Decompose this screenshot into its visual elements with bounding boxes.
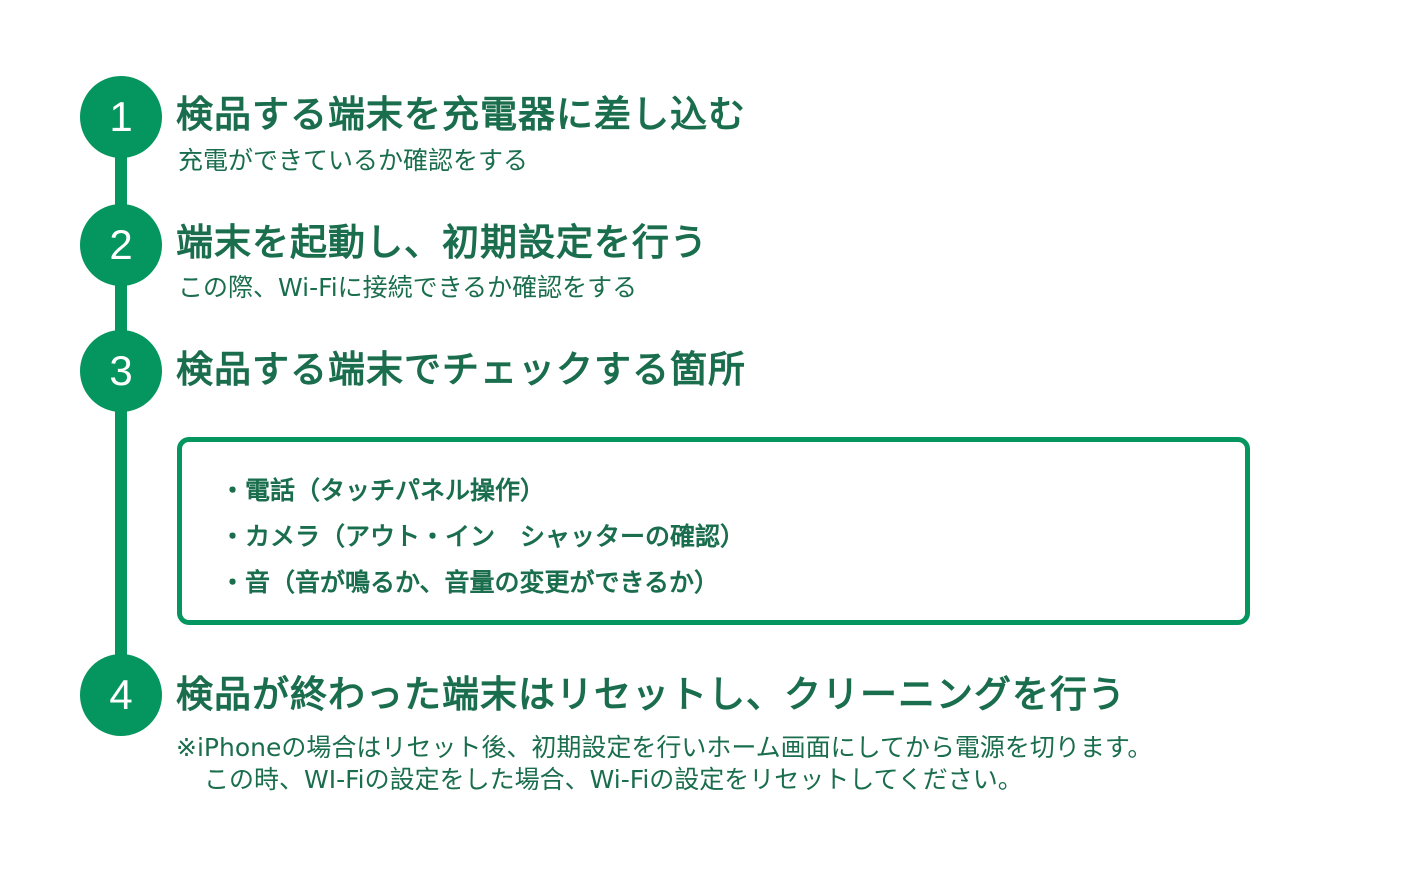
checklist-item-sound: ・音（音が鳴るか、音量の変更ができるか）	[220, 568, 720, 597]
step-4-note-line-2: この時、WI-Fiの設定をした場合、Wi-Fiの設定をリセットしてください。	[204, 765, 1023, 794]
step-4-note: ※iPhoneの場合はリセット後、初期設定を行いホーム画面にしてから電源を切りま…	[176, 732, 1152, 796]
step-3-title: 検品する端末でチェックする箇所	[176, 348, 746, 391]
step-1-title: 検品する端末を充電器に差し込む	[176, 93, 746, 136]
step-2-title: 端末を起動し、初期設定を行う	[176, 221, 708, 264]
step-1-subtitle: 充電ができているか確認をする	[178, 146, 529, 175]
step-4-title: 検品が終わった端末はリセットし、クリーニングを行う	[176, 673, 1126, 716]
step-4-number-badge: 4	[80, 654, 162, 736]
checklist: ・電話（タッチパネル操作） ・カメラ（アウト・イン シャッターの確認） ・音（音…	[182, 442, 1245, 606]
checklist-box: ・電話（タッチパネル操作） ・カメラ（アウト・イン シャッターの確認） ・音（音…	[177, 437, 1250, 625]
checklist-item-phone: ・電話（タッチパネル操作）	[220, 476, 546, 505]
step-1-number-badge: 1	[80, 76, 162, 158]
step-2-subtitle: この際、Wi-Fiに接続できるか確認をする	[178, 273, 638, 302]
checklist-item-camera: ・カメラ（アウト・イン シャッターの確認）	[220, 522, 746, 551]
step-2-number-badge: 2	[80, 204, 162, 286]
step-4-note-line-1: ※iPhoneの場合はリセット後、初期設定を行いホーム画面にしてから電源を切りま…	[176, 733, 1153, 762]
step-3-number-badge: 3	[80, 330, 162, 412]
